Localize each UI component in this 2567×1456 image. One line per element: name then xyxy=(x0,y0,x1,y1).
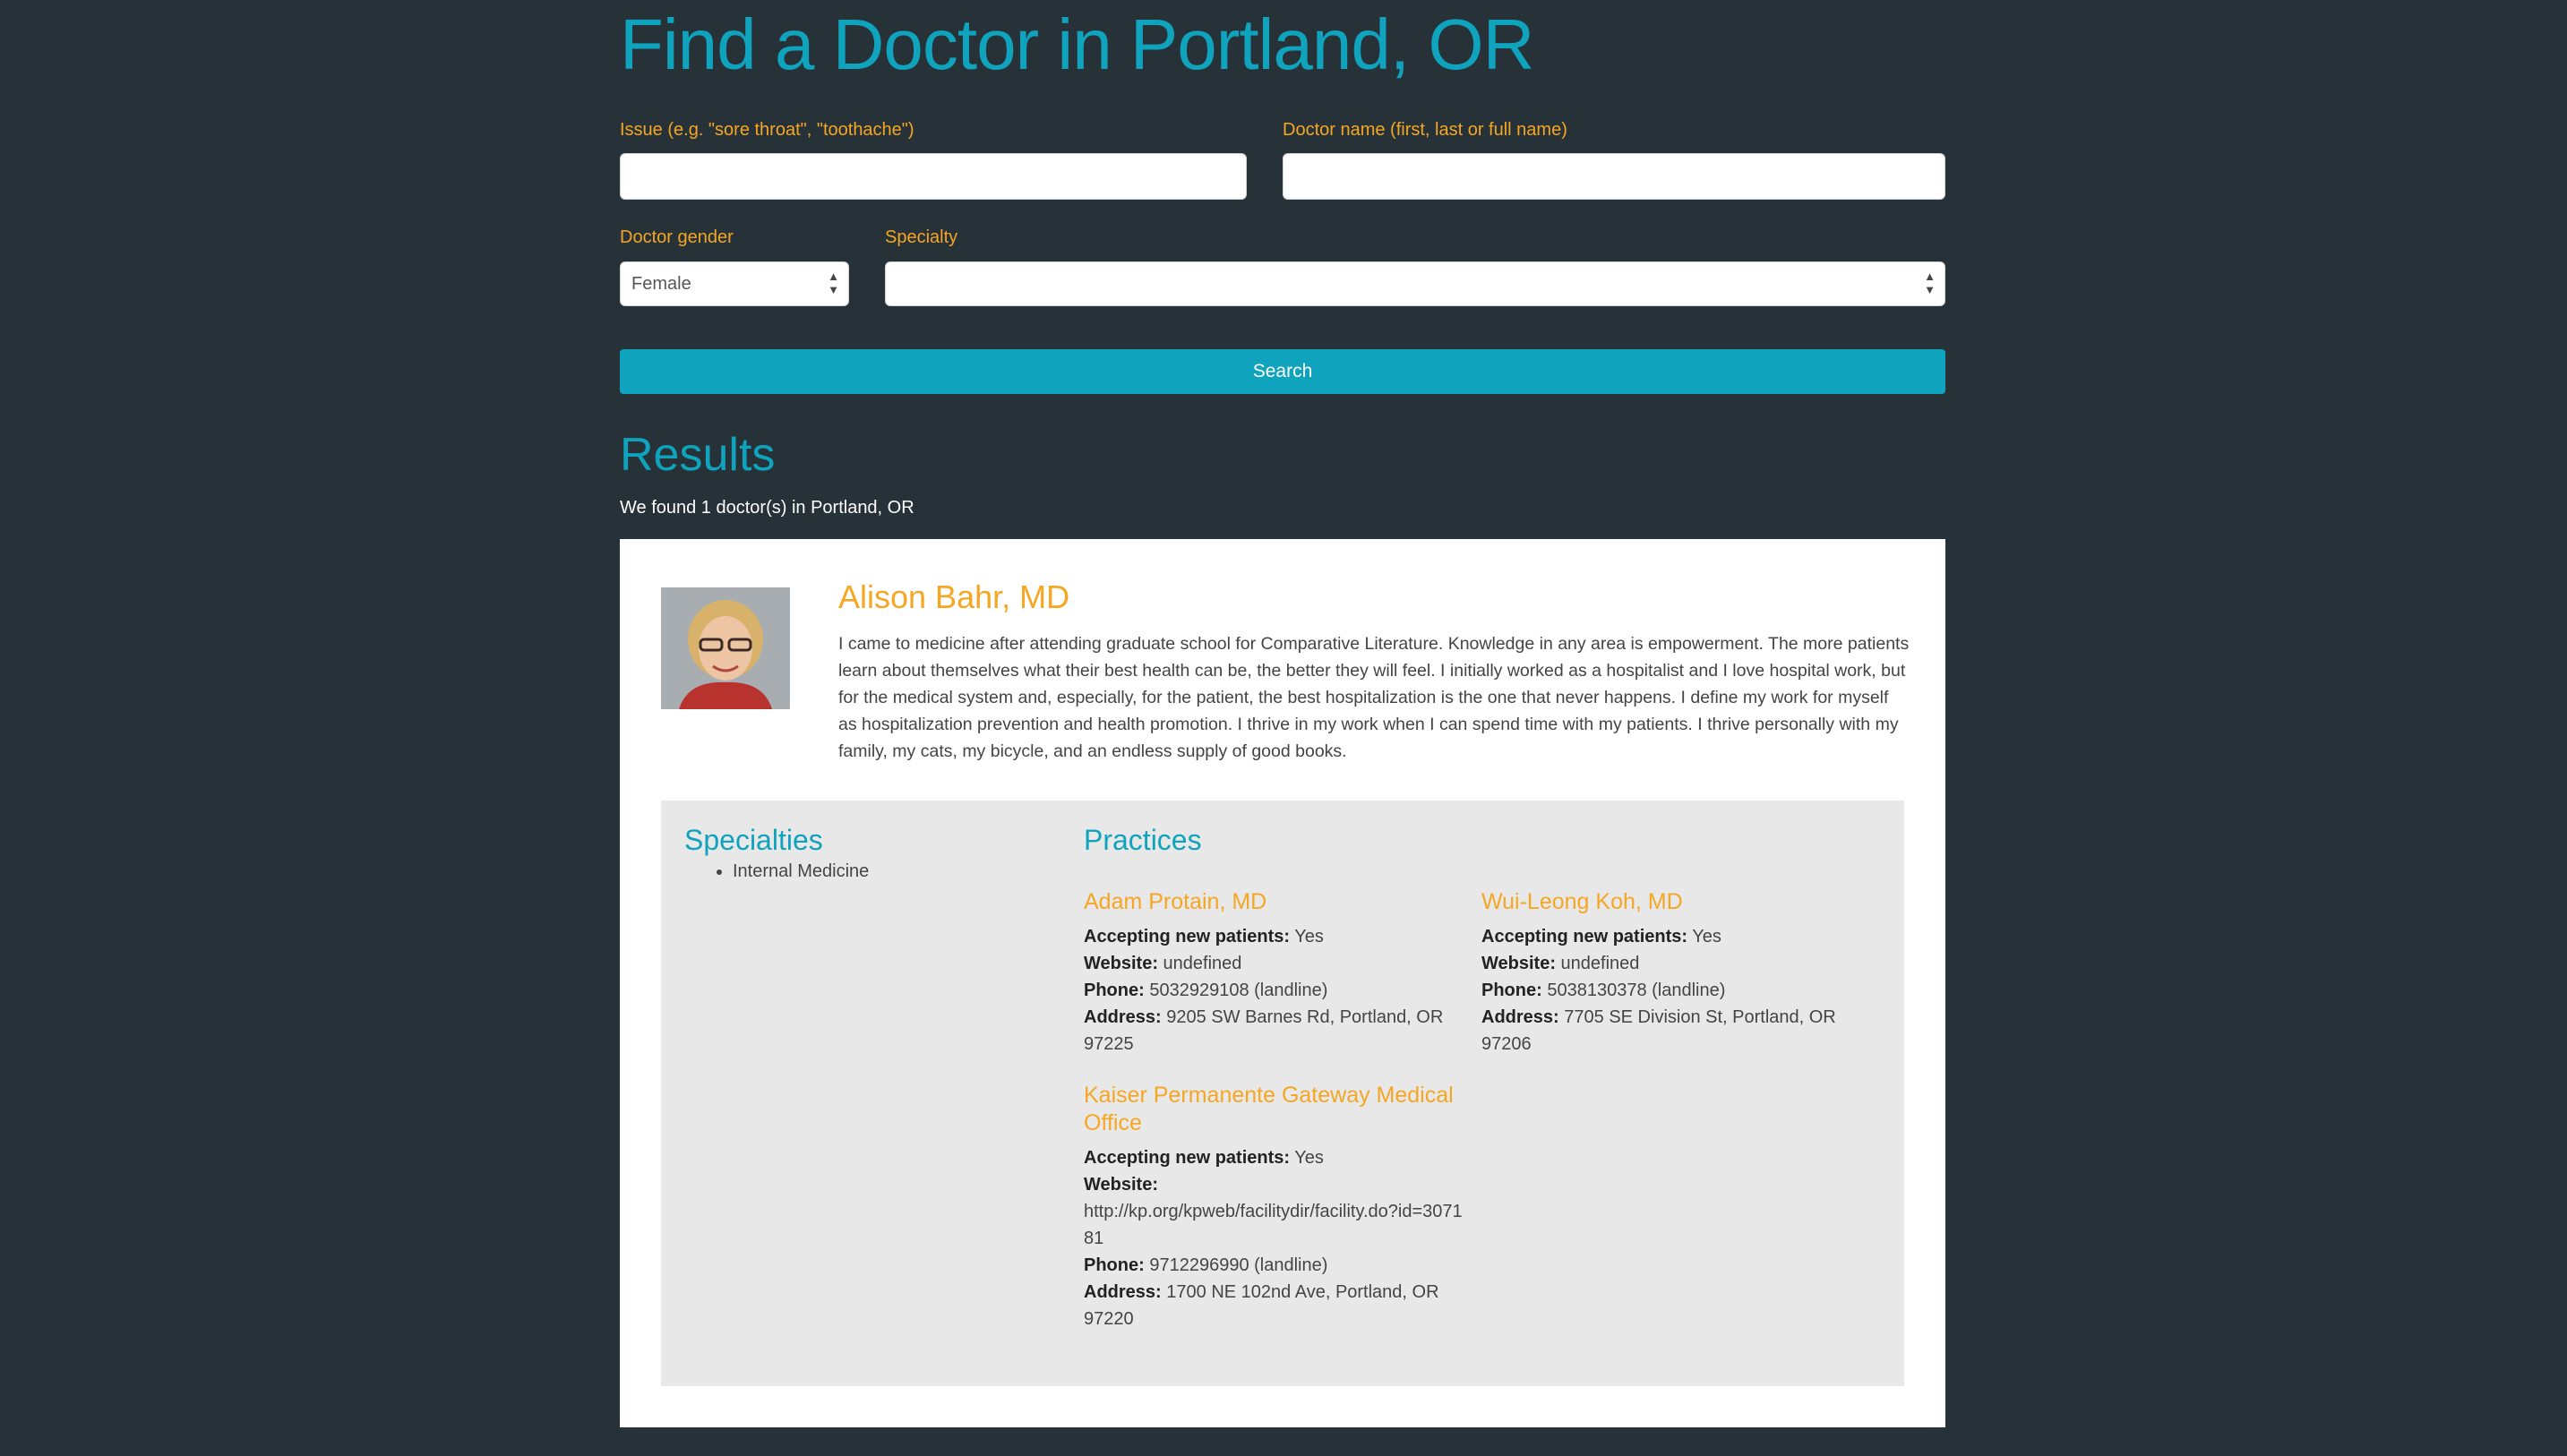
practice-card: Kaiser Permanente Gateway Medical Office… xyxy=(1084,1082,1469,1332)
issue-input[interactable] xyxy=(620,153,1247,200)
gender-label: Doctor gender xyxy=(620,227,734,247)
practice-accepting: Accepting new patients: Yes xyxy=(1084,927,1324,946)
doctor-name-label: Doctor name (first, last or full name) xyxy=(1283,120,1567,140)
practice-phone: Phone: 9712296990 (landline) xyxy=(1084,1255,1328,1275)
practice-name: Kaiser Permanente Gateway Medical Office xyxy=(1084,1083,1454,1135)
gender-selected-value: Female xyxy=(631,274,691,294)
practice-address: Address: 9205 SW Barnes Rd, Portland, OR… xyxy=(1084,1007,1444,1054)
doctor-name-input[interactable] xyxy=(1283,153,1945,200)
doctor-details-panel: Specialties Internal Medicine Practices … xyxy=(661,801,1904,1386)
practice-card: Adam Protain, MD Accepting new patients:… xyxy=(1084,888,1469,1058)
practice-name: Adam Protain, MD xyxy=(1084,889,1267,914)
issue-label: Issue (e.g. "sore throat", "toothache") xyxy=(620,120,914,140)
practice-address: Address: 1700 NE 102nd Ave, Portland, OR… xyxy=(1084,1282,1439,1329)
doctor-name: Alison Bahr, MD xyxy=(838,578,1070,615)
results-title: Results xyxy=(620,429,776,481)
specialties-list: Internal Medicine xyxy=(684,861,869,882)
practice-phone: Phone: 5032929108 (landline) xyxy=(1084,981,1328,1000)
gender-select[interactable]: Female ▲ ▼ xyxy=(620,261,849,306)
page-title: Find a Doctor in Portland, OR xyxy=(620,4,1534,84)
practice-name: Wui-Leong Koh, MD xyxy=(1481,889,1683,914)
doctor-photo-icon xyxy=(661,587,790,709)
doctor-bio: I came to medicine after attending gradu… xyxy=(838,634,1910,761)
practice-accepting: Accepting new patients: Yes xyxy=(1481,927,1721,946)
practice-phone: Phone: 5038130378 (landline) xyxy=(1481,981,1726,1000)
select-arrows-icon: ▲ ▼ xyxy=(828,270,839,296)
specialty-label: Specialty xyxy=(885,227,958,247)
practices-title: Practices xyxy=(1084,824,1202,856)
search-button[interactable]: Search xyxy=(620,349,1945,394)
doctor-avatar xyxy=(661,587,790,709)
practice-address: Address: 7705 SE Division St, Portland, … xyxy=(1481,1007,1836,1054)
practice-accepting: Accepting new patients: Yes xyxy=(1084,1148,1324,1168)
practice-website: Website: undefined xyxy=(1481,954,1640,973)
results-summary: We found 1 doctor(s) in Portland, OR xyxy=(620,498,914,518)
practice-website: Website: undefined xyxy=(1084,954,1242,973)
practice-website: Website: http://kp.org/kpweb/facilitydir/… xyxy=(1084,1175,1463,1248)
doctor-card: Alison Bahr, MD I came to medicine after… xyxy=(620,539,1945,1427)
specialty-item: Internal Medicine xyxy=(733,861,869,882)
practice-website-link[interactable]: http://kp.org/kpweb/facilitydir/facility… xyxy=(1084,1202,1463,1248)
specialty-select[interactable]: ▲ ▼ xyxy=(885,261,1945,306)
practice-card: Wui-Leong Koh, MD Accepting new patients… xyxy=(1481,888,1867,1058)
specialties-title: Specialties xyxy=(684,824,823,856)
select-arrows-icon: ▲ ▼ xyxy=(1924,270,1936,296)
